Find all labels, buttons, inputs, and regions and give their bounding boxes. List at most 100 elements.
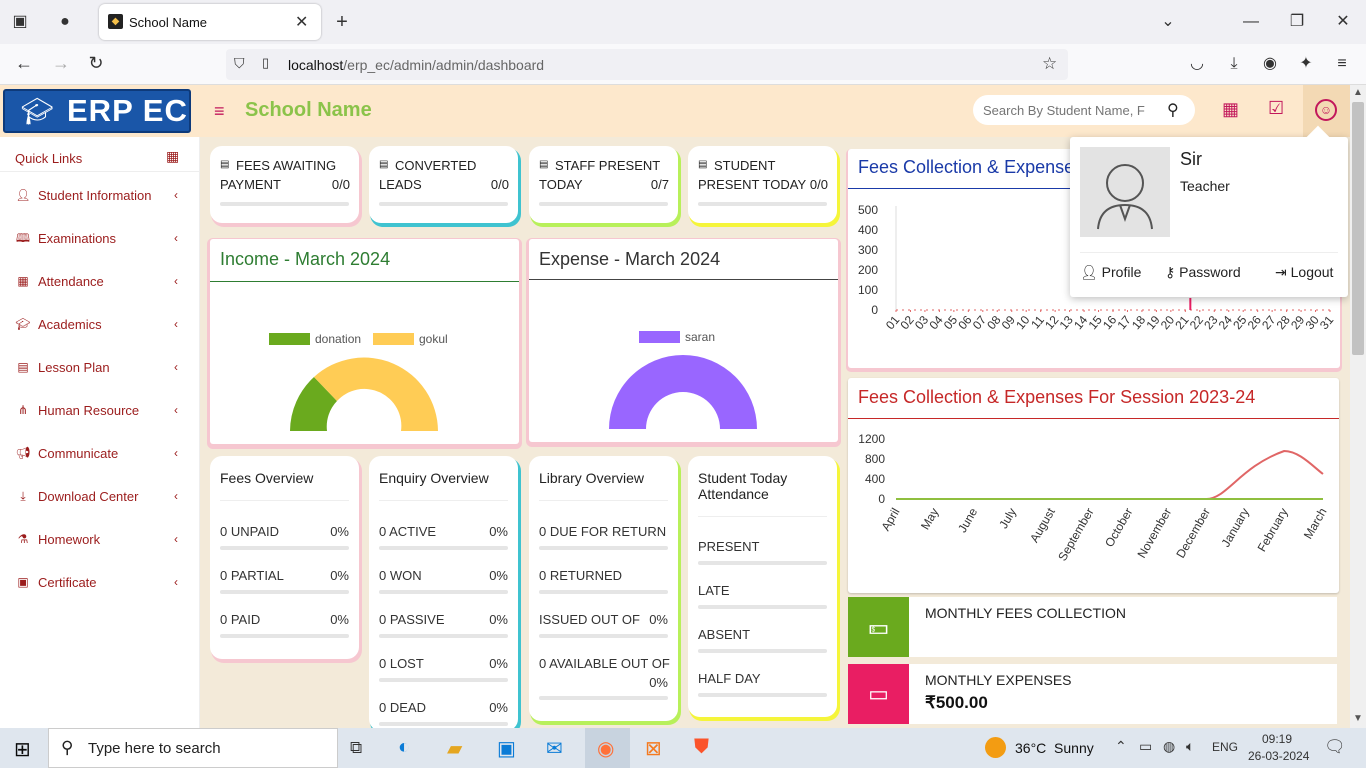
- overview-row-label: 0 ACTIVE: [379, 524, 437, 539]
- erp-logo[interactable]: 🎓︎ ERP EC: [3, 89, 191, 133]
- y-tick-label: 1200: [858, 432, 885, 446]
- weather-text[interactable]: 36°C Sunny: [1015, 740, 1094, 756]
- money-icon: ▤: [220, 159, 230, 170]
- tray-chevron-icon[interactable]: ⌃: [1115, 738, 1127, 755]
- battery-icon[interactable]: ▭: [1139, 738, 1152, 755]
- store-icon[interactable]: ▣: [497, 736, 516, 761]
- sidebar-item[interactable]: ▦ Attendance ‹: [0, 260, 200, 303]
- volume-icon[interactable]: 🔈︎: [1186, 738, 1194, 755]
- extensions-icon[interactable]: ✦: [1296, 54, 1316, 74]
- list-icon: ▤: [17, 360, 29, 374]
- sidebar-item[interactable]: ▣ Certificate ‹: [0, 561, 200, 604]
- sidebar-item[interactable]: ⤓ Download Center ‹: [0, 475, 200, 518]
- x-tick-label: November: [1135, 506, 1175, 561]
- downloads-icon[interactable]: ⤓: [1224, 54, 1244, 74]
- overview-row-percent: 0%: [649, 612, 668, 627]
- certificate-icon: ▣: [17, 575, 29, 589]
- legend-label-saran: saran: [685, 330, 716, 344]
- x-tick-label: March: [1301, 506, 1330, 542]
- forward-icon[interactable]: →: [51, 53, 71, 73]
- sidebar-item[interactable]: 👤︎ Student Information ‹: [0, 174, 200, 217]
- shield-icon[interactable]: ⛉: [234, 55, 245, 72]
- sidebar-item-label: Homework: [38, 532, 101, 547]
- password-link[interactable]: ⚷ Password: [1165, 264, 1241, 281]
- notifications-icon[interactable]: 🗨︎: [1324, 737, 1346, 757]
- scroll-down-icon[interactable]: ▼: [1353, 713, 1363, 724]
- calendar-icon[interactable]: ▦: [1222, 99, 1239, 120]
- close-tab-icon[interactable]: ✕: [295, 12, 308, 32]
- quick-links-label: Quick Links: [15, 151, 83, 166]
- firefox-taskbar-button[interactable]: ◉: [585, 728, 630, 768]
- sidebar-item-label: Lesson Plan: [38, 360, 110, 375]
- student-search-input[interactable]: [983, 101, 1149, 119]
- overview-row-percent: 0%: [489, 524, 508, 539]
- person-icon: [1097, 164, 1153, 230]
- hamburger-icon[interactable]: ≡: [214, 101, 225, 122]
- chevron-down-icon[interactable]: ⌄: [1158, 12, 1178, 32]
- logout-link[interactable]: ⇥ Logout: [1275, 264, 1333, 281]
- overview-row-percent: 0%: [489, 612, 508, 627]
- edge-browser-icon[interactable]: ◐: [398, 736, 410, 759]
- overview-row-percent: 0%: [489, 568, 508, 583]
- pocket-icon[interactable]: ◡: [1187, 54, 1207, 74]
- file-explorer-icon[interactable]: ▰: [447, 736, 462, 761]
- search-icon[interactable]: ⚲: [1167, 100, 1179, 120]
- windows-start-icon[interactable]: ⊞: [14, 737, 31, 762]
- restore-icon[interactable]: ❐: [1287, 12, 1307, 32]
- quick-links[interactable]: Quick Links ▦: [0, 144, 200, 172]
- user-menu-button[interactable]: ☺: [1303, 85, 1350, 137]
- task-check-icon[interactable]: ☑: [1268, 98, 1284, 119]
- bookmark-star-icon[interactable]: ☆: [1042, 54, 1057, 74]
- page-scrollbar[interactable]: ▲ ▼: [1350, 85, 1366, 728]
- overview-divider: [539, 500, 668, 501]
- mail-icon[interactable]: ✉: [546, 736, 563, 761]
- logout-link-label: Logout: [1290, 264, 1334, 280]
- window-close-icon[interactable]: ✕: [1333, 12, 1353, 32]
- stat-progress-bar: [698, 202, 827, 206]
- chevron-left-icon: ‹: [174, 317, 178, 331]
- graduation-cap-logo-icon: 🎓︎: [20, 96, 54, 126]
- account-icon[interactable]: ◉: [1260, 54, 1280, 74]
- taskbar-search-box[interactable]: ⚲ Type here to search: [48, 728, 338, 768]
- scroll-thumb[interactable]: [1352, 102, 1364, 355]
- brave-icon[interactable]: ⛊: [694, 736, 709, 759]
- sidebar: Quick Links ▦ 👤︎ Student Information ‹ 🕮︎ Ex…: [0, 137, 200, 728]
- tab-title: School Name: [129, 15, 208, 30]
- legend-label-donation: donation: [315, 332, 362, 346]
- sidebar-item[interactable]: ⚗ Homework ‹: [0, 518, 200, 561]
- task-view-icon[interactable]: ⧉: [350, 738, 362, 758]
- stat-label-line2: TODAY: [539, 177, 583, 192]
- menu-icon[interactable]: ≡: [1332, 54, 1352, 74]
- weather-sun-icon[interactable]: [985, 737, 1006, 758]
- sidebar-item[interactable]: 🕮︎ Examinations ‹: [0, 217, 200, 260]
- browser-tab[interactable]: ◆ School Name ✕: [99, 4, 321, 40]
- github-icon[interactable]: ●: [55, 12, 75, 32]
- clock-time[interactable]: 09:19: [1262, 732, 1292, 746]
- new-tab-icon[interactable]: +: [332, 12, 352, 32]
- overview-row-bar: [220, 590, 349, 594]
- overview-row-bar: [379, 546, 508, 550]
- tab-overview-icon[interactable]: ▣: [10, 12, 30, 32]
- profile-link[interactable]: 👤︎ Profile: [1080, 264, 1141, 281]
- gauge-slice-gokul: [314, 357, 438, 431]
- sidebar-item[interactable]: ▤ Lesson Plan ‹: [0, 346, 200, 389]
- network-icon[interactable]: ◍: [1163, 738, 1175, 755]
- y-tick-label: 500: [858, 203, 878, 217]
- stat-label-line1: STAFF PRESENT: [555, 158, 661, 173]
- session-chart-title: Fees Collection & Expenses For Session 2…: [858, 387, 1256, 407]
- reload-icon[interactable]: ↻: [86, 53, 106, 73]
- minimize-icon[interactable]: —: [1241, 12, 1261, 32]
- sidebar-item[interactable]: 📢︎ Communicate ‹: [0, 432, 200, 475]
- language-indicator[interactable]: ENG: [1212, 740, 1238, 754]
- sidebar-item-label: Examinations: [38, 231, 117, 246]
- xampp-icon[interactable]: ⊠: [645, 736, 662, 761]
- address-bar[interactable]: ⛉ ▯ localhost/erp_ec/admin/admin/dashboa…: [226, 49, 1068, 80]
- sidebar-item[interactable]: 🎓︎ Academics ‹: [0, 303, 200, 346]
- key-icon: ⚷: [1165, 264, 1180, 280]
- back-icon[interactable]: ←: [14, 53, 34, 73]
- clock-date[interactable]: 26-03-2024: [1248, 749, 1309, 763]
- overview-row-label: 0 WON: [379, 568, 422, 583]
- sidebar-item[interactable]: ⋔ Human Resource ‹: [0, 389, 200, 432]
- scroll-up-icon[interactable]: ▲: [1353, 87, 1363, 98]
- overview-row-label: ABSENT: [698, 627, 751, 642]
